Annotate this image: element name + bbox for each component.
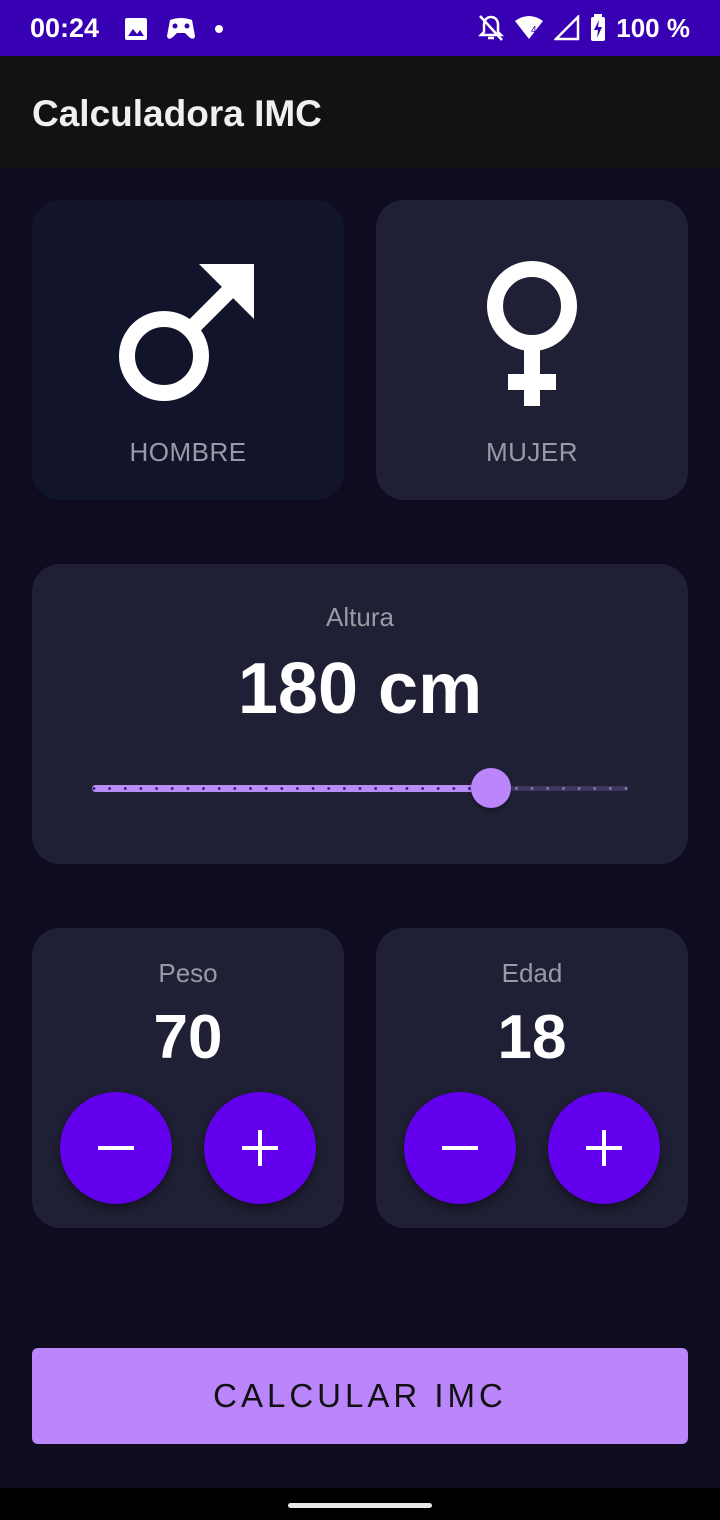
plus-icon — [242, 1130, 278, 1166]
status-bar: 00:24 4 100 % — [0, 0, 720, 56]
home-gesture-handle[interactable] — [288, 1503, 432, 1508]
slider-tick — [421, 787, 424, 790]
slider-tick — [217, 787, 221, 790]
slider-tick — [280, 787, 284, 790]
slider-tick — [170, 787, 174, 790]
slider-tick — [202, 787, 205, 790]
slider-tick — [139, 787, 143, 790]
slider-tick — [436, 787, 440, 790]
slider-tick — [609, 787, 612, 790]
slider-thumb[interactable] — [471, 768, 511, 808]
calculate-button[interactable]: CALCULAR IMC — [32, 1348, 688, 1444]
image-icon — [125, 18, 147, 40]
slider-tick — [389, 787, 393, 790]
male-icon — [32, 256, 344, 416]
slider-tick — [405, 787, 409, 790]
slider-tick — [358, 787, 362, 790]
slider-tick — [374, 787, 377, 790]
plus-icon — [586, 1130, 622, 1166]
female-card[interactable]: MUJER — [376, 200, 688, 500]
signal-icon — [554, 15, 580, 41]
female-icon — [376, 256, 688, 416]
slider-tick — [155, 787, 158, 790]
minus-icon — [98, 1146, 134, 1150]
slider-tick — [562, 787, 565, 790]
navigation-bar — [0, 1488, 720, 1520]
slider-tick — [327, 787, 331, 790]
slider-tick — [123, 787, 127, 790]
slider-tick — [92, 787, 96, 790]
weight-increase-button[interactable] — [204, 1092, 316, 1204]
slider-tick — [577, 787, 581, 790]
slider-tick — [452, 787, 456, 790]
slider-tick — [343, 787, 346, 790]
slider-tick — [593, 787, 597, 790]
male-card[interactable]: HOMBRE — [32, 200, 344, 500]
battery-percent: 100 % — [616, 12, 690, 43]
male-label: HOMBRE — [129, 437, 247, 467]
wifi-icon: 4 — [515, 16, 544, 39]
height-label: Altura — [326, 602, 394, 632]
height-value: 180 cm — [237, 649, 483, 729]
svg-text:4: 4 — [531, 25, 537, 36]
height-slider[interactable] — [92, 768, 628, 808]
slider-tick — [108, 787, 111, 790]
female-label: MUJER — [485, 437, 579, 467]
status-right-icons: 4 100 % — [478, 13, 690, 43]
game-controller-icon — [167, 18, 195, 39]
battery-charging-icon — [591, 14, 606, 41]
slider-tick — [624, 787, 628, 790]
minus-icon — [442, 1146, 478, 1150]
age-card: Edad 18 — [376, 928, 688, 1228]
age-label: Edad — [501, 958, 563, 988]
slider-tick — [233, 787, 237, 790]
slider-tick — [515, 787, 518, 790]
slider-tick — [264, 787, 268, 790]
weight-decrease-button[interactable] — [60, 1092, 172, 1204]
status-time: 00:24 — [30, 13, 100, 43]
slider-tick — [530, 787, 534, 790]
slider-ticks — [92, 787, 628, 790]
slider-tick — [186, 787, 190, 790]
height-card: Altura 180 cm — [32, 564, 688, 864]
slider-tick — [249, 787, 252, 790]
age-value: 18 — [497, 1003, 567, 1072]
age-decrease-button[interactable] — [404, 1092, 516, 1204]
weight-value: 70 — [153, 1003, 223, 1072]
weight-label: Peso — [158, 958, 218, 988]
notification-dot-icon — [215, 25, 223, 33]
calculate-button-label: CALCULAR IMC — [213, 1377, 507, 1414]
status-left-icons — [124, 15, 224, 43]
app-bar: Calculadora IMC — [0, 56, 720, 168]
do-not-disturb-off-icon — [478, 15, 505, 41]
app-title: Calculadora IMC — [32, 93, 322, 134]
slider-tick — [311, 787, 315, 790]
slider-tick — [296, 787, 299, 790]
slider-tick — [546, 787, 550, 790]
weight-card: Peso 70 — [32, 928, 344, 1228]
age-increase-button[interactable] — [548, 1092, 660, 1204]
